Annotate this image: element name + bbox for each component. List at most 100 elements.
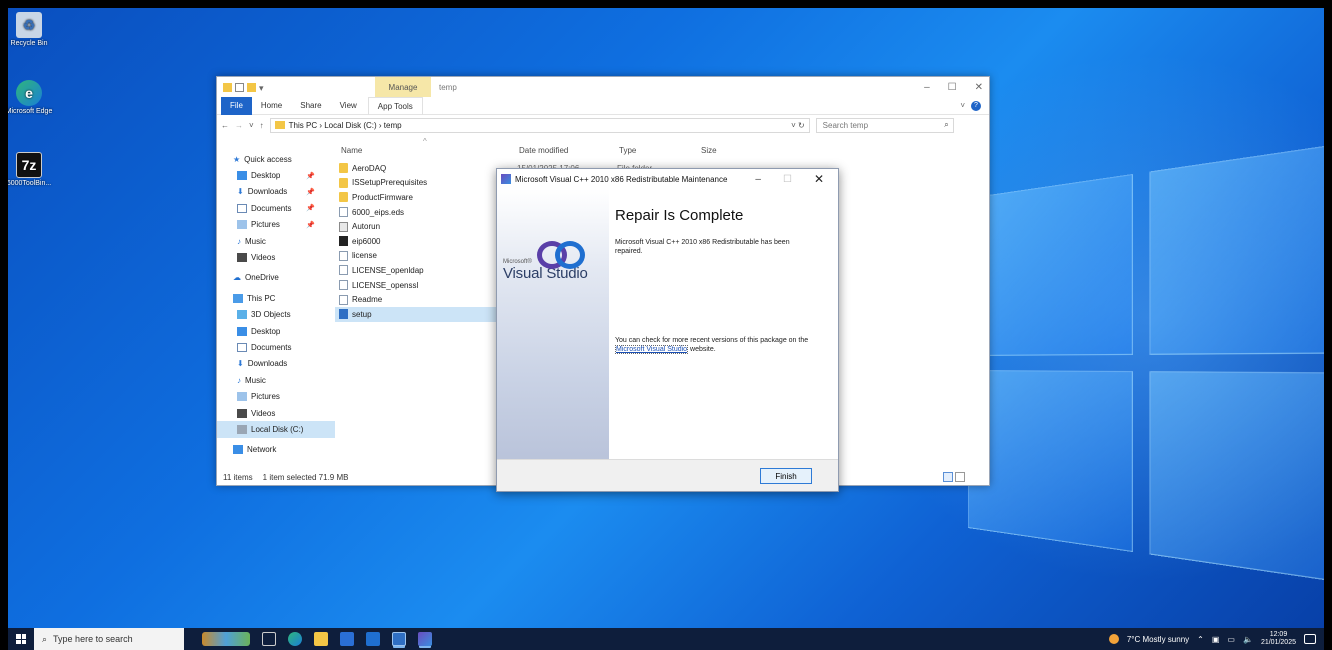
application-icon <box>339 236 348 247</box>
tray-icon[interactable]: ▣ <box>1212 635 1220 644</box>
address-row: ← → ˅ ↑ This PC › Local Disk (C:) › temp… <box>217 115 989 135</box>
list-item[interactable]: ISSetupPrerequisites <box>335 176 495 191</box>
close-icon[interactable]: ✕ <box>814 172 824 186</box>
repair-message: Microsoft Visual C++ 2010 x86 Redistribu… <box>615 239 790 255</box>
back-arrow-icon[interactable]: ← <box>221 121 229 130</box>
taskbar-search[interactable]: ⌕ Type here to search <box>34 628 184 650</box>
customize-toolbar-icon[interactable]: ▾ <box>259 83 264 93</box>
expand-ribbon-icon[interactable]: ˅ <box>960 101 965 110</box>
list-item[interactable]: LICENSE_openssl <box>335 278 495 293</box>
list-item[interactable]: ProductFirmware <box>335 190 495 205</box>
volume-icon[interactable]: 🔈 <box>1243 635 1253 644</box>
weather-icon <box>1108 634 1119 644</box>
search-highlight-icon[interactable] <box>202 632 250 646</box>
column-headers: Name ^ Date modified Type Size <box>217 137 989 161</box>
desktop-icon-6000toolbin[interactable]: 7z 6000ToolBin... <box>8 152 54 188</box>
ribbon-tabs: File Home Share View App Tools ˅ ? <box>217 96 989 115</box>
new-folder-icon[interactable] <box>247 82 256 92</box>
details-view-icon[interactable] <box>943 472 953 482</box>
folder-icon <box>339 163 348 174</box>
tab-view[interactable]: View <box>331 97 366 115</box>
list-item[interactable]: Autorun <box>335 219 495 234</box>
file-icon <box>339 207 348 218</box>
explorer-title-bar: ▾ Manage temp – ☐ ✕ <box>217 77 989 97</box>
network-icon[interactable]: ▭ <box>1227 635 1235 644</box>
forward-arrow-icon[interactable]: → <box>235 121 243 130</box>
quick-access-toolbar: ▾ <box>223 82 264 93</box>
desktop-icon-recycle-bin[interactable]: ♻ Recycle Bin <box>8 12 54 48</box>
file-icon <box>339 294 348 305</box>
edge-icon[interactable] <box>288 632 302 646</box>
desktop-icon-edge[interactable]: e Microsoft Edge <box>8 80 54 116</box>
installer-app-icon[interactable] <box>418 632 432 646</box>
tab-file[interactable]: File <box>221 96 252 115</box>
column-date-modified[interactable]: Date modified <box>519 146 568 155</box>
tab-share[interactable]: Share <box>291 97 330 115</box>
store-icon[interactable] <box>340 632 354 646</box>
7zip-icon: 7z <box>16 152 42 178</box>
chevron-up-icon[interactable]: ⌃ <box>1197 635 1204 644</box>
refresh-icon[interactable]: ˅ ↻ <box>791 121 805 130</box>
dialog-footer: Finish <box>497 459 838 491</box>
search-icon: ⌕ <box>944 120 949 129</box>
address-bar[interactable]: This PC › Local Disk (C:) › temp ˅ ↻ <box>269 117 810 133</box>
column-name[interactable]: Name <box>341 146 362 155</box>
list-item[interactable]: eip6000 <box>335 234 495 249</box>
window-title: temp <box>439 82 457 92</box>
recent-locations-icon[interactable]: ˅ <box>249 121 254 130</box>
finish-button[interactable]: Finish <box>760 468 812 484</box>
dialog-title-bar: Microsoft Visual C++ 2010 x86 Redistribu… <box>497 169 838 189</box>
manage-contextual-tab[interactable]: Manage <box>375 77 431 97</box>
list-item[interactable]: LICENSE_openldap <box>335 263 495 278</box>
search-input[interactable]: Search temp ⌕ <box>815 117 954 133</box>
vcredist-dialog: Microsoft Visual C++ 2010 x86 Redistribu… <box>496 168 839 492</box>
search-icon: ⌕ <box>42 633 48 644</box>
maximize-icon[interactable]: ☐ <box>948 82 957 93</box>
windows-logo-wallpaper <box>968 138 1324 588</box>
column-size[interactable]: Size <box>701 146 717 155</box>
tab-home[interactable]: Home <box>252 97 291 115</box>
task-view-icon[interactable] <box>262 632 276 646</box>
taskbar: ⌕ Type here to search 7°C Mostly sunny ⌃… <box>8 628 1324 650</box>
list-item[interactable]: Readme <box>335 292 495 307</box>
setup-icon <box>339 309 348 320</box>
minimize-icon[interactable]: – <box>924 82 930 93</box>
view-toggle <box>943 472 965 482</box>
recycle-bin-icon: ♻ <box>16 12 42 38</box>
folder-icon <box>339 177 348 188</box>
help-icon[interactable]: ? <box>971 100 981 111</box>
sort-arrow-icon: ^ <box>423 137 427 146</box>
weather-text[interactable]: 7°C Mostly sunny <box>1127 635 1189 644</box>
dialog-content: Repair Is Complete Microsoft Visual C++ … <box>615 189 828 354</box>
large-icons-view-icon[interactable] <box>955 472 965 482</box>
infinity-icon <box>535 239 585 269</box>
column-type[interactable]: Type <box>619 146 636 155</box>
installer-icon <box>501 174 511 184</box>
notification-icon[interactable] <box>1304 634 1316 644</box>
file-icon <box>339 250 348 261</box>
minimize-icon[interactable]: – <box>755 174 761 185</box>
setup-app-icon[interactable] <box>392 632 406 646</box>
up-arrow-icon[interactable]: ↑ <box>260 121 264 130</box>
system-tray: 7°C Mostly sunny ⌃ ▣ ▭ 🔈 12:09 21/01/202… <box>1108 631 1324 647</box>
file-explorer-icon[interactable] <box>314 632 328 646</box>
dialog-heading: Repair Is Complete <box>615 207 744 224</box>
start-button[interactable] <box>8 628 34 650</box>
visual-studio-logo: Microsoft® Visual Studio <box>503 239 607 282</box>
list-item[interactable]: 6000_eips.eds <box>335 205 495 220</box>
update-check-message: You can check for more recent versions o… <box>615 337 809 354</box>
taskbar-apps <box>202 628 432 650</box>
maximize-icon: ☐ <box>782 173 792 185</box>
windows-icon <box>16 634 26 644</box>
folder-icon[interactable] <box>223 82 232 92</box>
visual-studio-link[interactable]: Microsoft Visual Studio <box>615 345 689 354</box>
properties-icon[interactable] <box>235 82 244 92</box>
mail-icon[interactable] <box>366 632 380 646</box>
close-icon[interactable]: ✕ <box>975 82 983 93</box>
clock[interactable]: 12:09 21/01/2025 <box>1261 631 1296 647</box>
list-item[interactable]: license <box>335 249 495 264</box>
tab-app-tools[interactable]: App Tools <box>367 96 423 115</box>
dialog-side-banner: Microsoft® Visual Studio <box>497 189 609 461</box>
folder-icon <box>274 121 285 129</box>
file-icon <box>339 280 348 291</box>
